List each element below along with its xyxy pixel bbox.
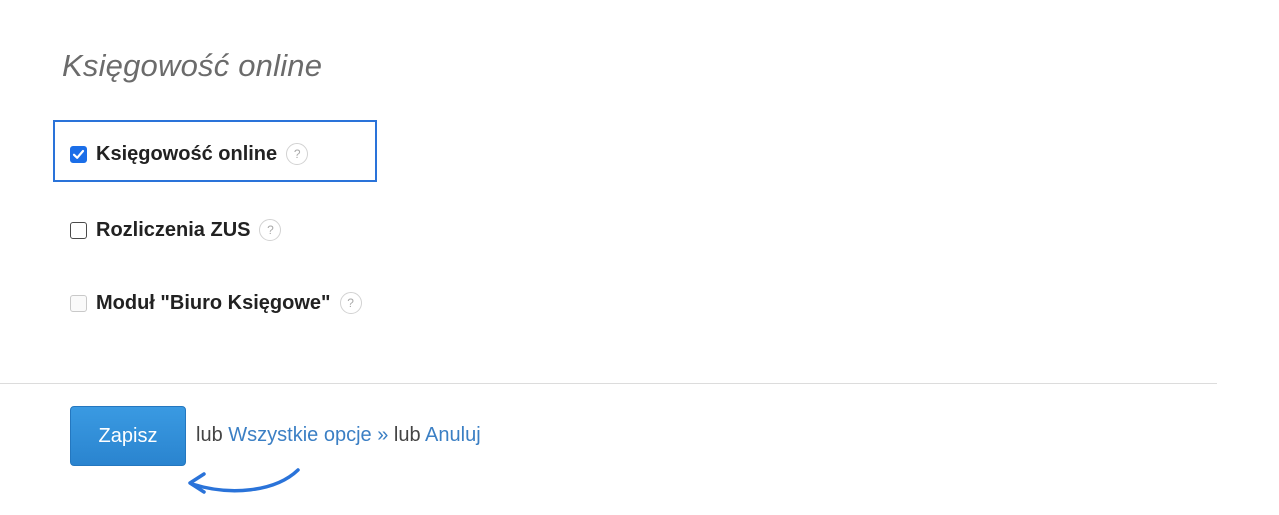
biuro-ksiegowe-checkbox: [70, 294, 87, 312]
or-text: lub: [393, 424, 421, 446]
divider: [0, 383, 1217, 384]
all-options-link[interactable]: Wszystkie opcje »: [228, 424, 388, 446]
option-rozliczenia-zus[interactable]: Rozliczenia ZUS ?: [70, 215, 282, 245]
curved-arrow-icon: [188, 468, 300, 494]
cancel-link[interactable]: Anuluj: [425, 424, 481, 446]
help-icon[interactable]: ?: [339, 292, 362, 314]
option-label: Moduł "Biuro Księgowe": [96, 291, 331, 314]
save-button[interactable]: Zapisz: [70, 406, 186, 466]
action-links: lub Wszystkie opcje » lub Anuluj: [196, 424, 481, 447]
section-title: Księgowość online: [62, 48, 323, 83]
rozliczenia-zus-checkbox[interactable]: [70, 221, 87, 239]
highlight-annotation-box: [53, 120, 377, 182]
option-label: Rozliczenia ZUS: [96, 218, 251, 241]
option-biuro-ksiegowe: Moduł "Biuro Księgowe" ?: [70, 288, 362, 318]
settings-page: Księgowość online Księgowość online ? Ro…: [0, 0, 1279, 515]
help-icon[interactable]: ?: [259, 219, 282, 241]
or-text: lub: [196, 424, 223, 446]
